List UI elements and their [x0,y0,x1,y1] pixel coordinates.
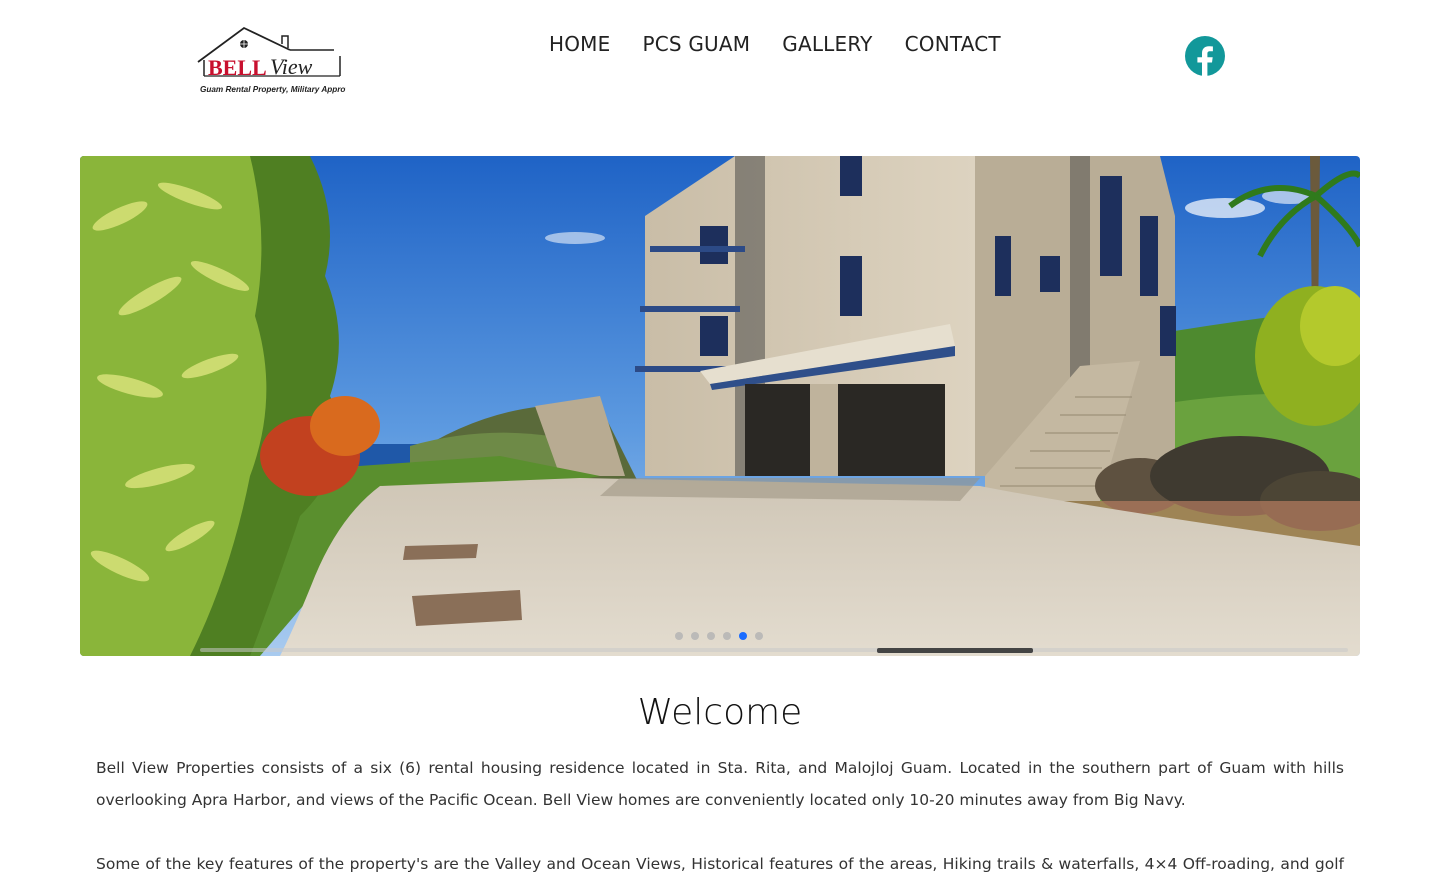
nav-home[interactable]: HOME [549,32,610,56]
slider-dot-2[interactable] [691,632,699,640]
property-photo [80,156,1360,656]
slider-dot-5[interactable] [739,632,747,640]
nav-gallery[interactable]: GALLERY [782,32,872,56]
logo-brand-script: View [270,54,313,79]
slider-dot-4[interactable] [723,632,731,640]
slider-dots [675,632,763,640]
slider-progress-track [200,648,1348,652]
welcome-heading: Welcome [637,692,803,733]
intro-paragraph: Bell View Properties consists of a six (… [96,759,1344,809]
slider-dot-6[interactable] [755,632,763,640]
nav-contact[interactable]: CONTACT [905,32,1001,56]
hero-slider[interactable] [80,156,1360,656]
bellview-logo[interactable]: BELL View Guam Rental Property, Military… [194,24,346,98]
slider-dot-3[interactable] [707,632,715,640]
logo-brand-bold: BELL [208,55,267,80]
logo-tagline: Guam Rental Property, Military Approved [200,85,346,94]
nav-pcs-guam[interactable]: PCS GUAM [642,32,750,56]
facebook-icon[interactable] [1185,36,1225,76]
slider-dot-1[interactable] [675,632,683,640]
main-nav: HOME PCS GUAM GALLERY CONTACT [549,32,1001,56]
features-paragraph: Some of the key features of the property… [96,855,1344,888]
slider-progress-thumb[interactable] [877,648,1033,653]
